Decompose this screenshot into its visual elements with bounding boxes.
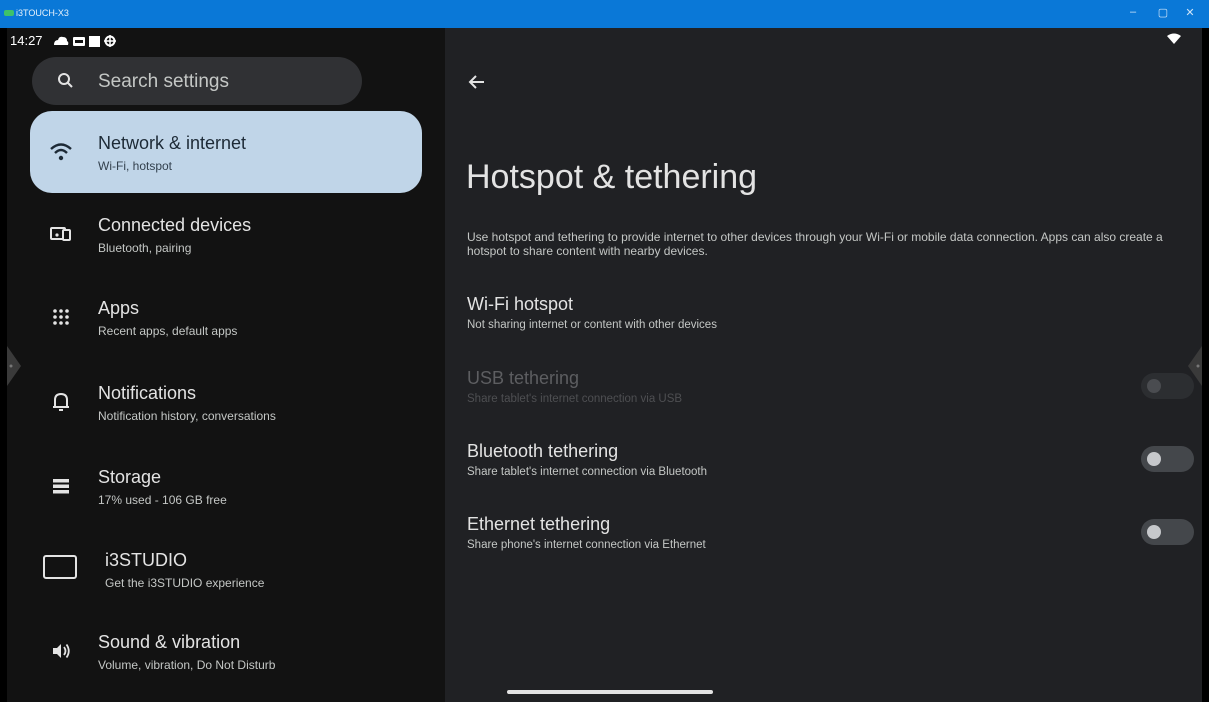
window-titlebar: i3TOUCH-X3 – ▢ ✕ bbox=[0, 0, 1209, 28]
right-edge-handle[interactable] bbox=[1188, 346, 1202, 386]
back-arrow-icon[interactable] bbox=[465, 70, 489, 94]
page-description: Use hotspot and tethering to provide int… bbox=[467, 230, 1163, 258]
sidebar-item-subtitle: 17% used - 106 GB free bbox=[98, 493, 227, 507]
pref-subtitle: Not sharing internet or content with oth… bbox=[467, 319, 717, 331]
hotspot-tethering-page: Hotspot & tethering Use hotspot and teth… bbox=[445, 28, 1202, 702]
gesture-home-bar[interactable] bbox=[507, 690, 713, 694]
sidebar-item-title: Sound & vibration bbox=[98, 632, 241, 652]
window-title: i3TOUCH-X3 bbox=[16, 8, 69, 18]
status-time: 14:27 bbox=[10, 33, 43, 48]
sidebar-item-title: i3STUDIO bbox=[105, 550, 188, 570]
sidebar-item-subtitle: Wi-Fi, hotspot bbox=[98, 159, 173, 173]
minimize-button[interactable]: – bbox=[1123, 6, 1143, 18]
toggle-knob bbox=[1147, 379, 1161, 393]
sidebar-item-subtitle: Notification history, conversations bbox=[98, 409, 276, 423]
wifi-icon bbox=[50, 143, 72, 161]
search-settings-bar[interactable]: Search settings bbox=[32, 57, 362, 105]
left-edge-handle[interactable] bbox=[7, 346, 21, 386]
usb-tethering-toggle bbox=[1141, 373, 1194, 399]
sidebar-item-apps[interactable]: Apps Recent apps, default apps bbox=[30, 276, 422, 358]
sidebar-item-storage[interactable]: Storage 17% used - 106 GB free bbox=[30, 445, 422, 527]
maximize-button[interactable]: ▢ bbox=[1153, 6, 1173, 19]
status-notification-icons bbox=[54, 35, 116, 47]
display-icon bbox=[43, 555, 77, 579]
pref-title: USB tethering bbox=[467, 368, 580, 388]
sidebar-item-title: Connected devices bbox=[98, 215, 252, 235]
settings-sidebar: 14:27 Search settings Network & internet… bbox=[7, 28, 445, 702]
sidebar-item-connected-devices[interactable]: Connected devices Bluetooth, pairing bbox=[30, 193, 422, 275]
sidebar-item-title: Notifications bbox=[98, 383, 197, 403]
pref-ethernet-tethering[interactable]: Ethernet tethering Share phone's interne… bbox=[467, 514, 706, 551]
android-screen: 14:27 Search settings Network & internet… bbox=[7, 28, 1202, 702]
bluetooth-tethering-toggle[interactable] bbox=[1141, 446, 1194, 472]
ethernet-tethering-toggle[interactable] bbox=[1141, 519, 1194, 545]
sidebar-item-notifications[interactable]: Notifications Notification history, conv… bbox=[30, 361, 422, 443]
sidebar-item-subtitle: Recent apps, default apps bbox=[98, 324, 238, 338]
sidebar-item-subtitle: Get the i3STUDIO experience bbox=[105, 576, 265, 590]
search-icon bbox=[58, 73, 73, 88]
wifi-status-icon bbox=[1167, 33, 1181, 44]
pref-wifi-hotspot[interactable]: Wi-Fi hotspot Not sharing internet or co… bbox=[467, 294, 717, 331]
pref-subtitle: Share phone's internet connection via Et… bbox=[467, 539, 706, 551]
storage-icon bbox=[53, 479, 69, 494]
sidebar-item-title: Network & internet bbox=[98, 133, 247, 153]
search-placeholder: Search settings bbox=[98, 71, 229, 92]
devices-icon bbox=[50, 227, 71, 241]
pref-title: Wi-Fi hotspot bbox=[467, 294, 574, 314]
sidebar-item-subtitle: Volume, vibration, Do Not Disturb bbox=[98, 658, 276, 672]
pref-title: Ethernet tethering bbox=[467, 514, 611, 534]
pref-subtitle: Share tablet's internet connection via B… bbox=[467, 466, 708, 478]
pref-usb-tethering: USB tethering Share tablet's internet co… bbox=[467, 368, 682, 405]
pref-subtitle: Share tablet's internet connection via U… bbox=[467, 393, 683, 405]
toggle-knob bbox=[1147, 525, 1161, 539]
close-button[interactable]: ✕ bbox=[1180, 6, 1200, 19]
sidebar-item-network-internet[interactable]: Network & internet Wi-Fi, hotspot bbox=[30, 111, 422, 193]
page-title: Hotspot & tethering bbox=[466, 158, 758, 196]
app-icon bbox=[4, 10, 14, 16]
sidebar-item-sound-vibration[interactable]: Sound & vibration Volume, vibration, Do … bbox=[30, 610, 422, 692]
bell-icon bbox=[53, 392, 69, 411]
sidebar-item-title: Storage bbox=[98, 467, 162, 487]
toggle-knob bbox=[1147, 452, 1161, 466]
pref-bluetooth-tethering[interactable]: Bluetooth tethering Share tablet's inter… bbox=[467, 441, 707, 478]
pref-title: Bluetooth tethering bbox=[467, 441, 619, 461]
volume-icon bbox=[53, 643, 70, 659]
sidebar-item-title: Apps bbox=[98, 298, 140, 318]
sidebar-item-i3studio[interactable]: i3STUDIO Get the i3STUDIO experience bbox=[30, 528, 422, 610]
apps-grid-icon bbox=[53, 309, 69, 325]
sidebar-item-subtitle: Bluetooth, pairing bbox=[98, 241, 192, 255]
